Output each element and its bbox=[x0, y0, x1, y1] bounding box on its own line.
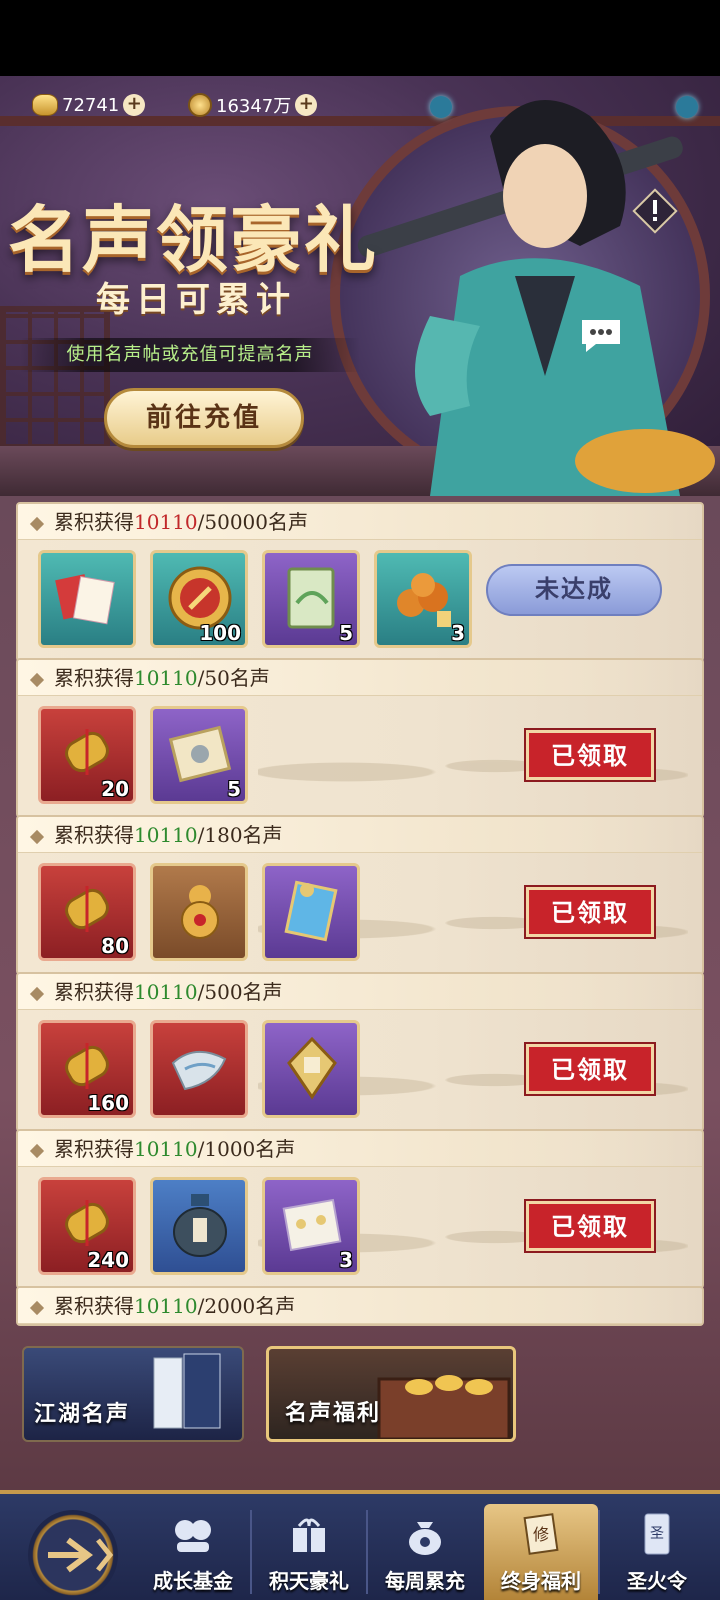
tab-fame-benefits[interactable]: 名声福利 bbox=[266, 1346, 516, 1442]
reward-item[interactable] bbox=[262, 863, 360, 961]
reward-panel: 累积获得10110/50000名声 100 5 3 未达成 累积获得10110/… bbox=[0, 496, 720, 1490]
copper-coin-icon bbox=[188, 93, 212, 117]
reward-item[interactable]: 3 bbox=[262, 1177, 360, 1275]
wine-jar-icon bbox=[173, 1194, 227, 1257]
event-title: 名声领豪礼 bbox=[8, 197, 379, 282]
copper-currency: 16347万 + bbox=[188, 90, 318, 120]
target-fame: /500名声 bbox=[197, 980, 283, 1004]
milestone-card: 累积获得10110/180名声 80 已领取 bbox=[16, 815, 704, 975]
nav-holy-fire-token[interactable]: 圣 圣火令 bbox=[600, 1504, 714, 1600]
money-bag-icon bbox=[409, 1522, 441, 1555]
milestone-card: 累积获得10110/1000名声 240 3 已领取 bbox=[16, 1129, 704, 1289]
milestone-header: 累积获得10110/50名声 bbox=[18, 660, 702, 696]
orange-orbs-icon bbox=[397, 573, 451, 627]
add-copper-button[interactable]: + bbox=[295, 94, 318, 116]
claimed-button: 已领取 bbox=[526, 1044, 654, 1094]
red-envelopes-icon bbox=[55, 574, 115, 625]
milestone-header: 累积获得10110/500名声 bbox=[18, 974, 702, 1010]
reward-item[interactable]: 5 bbox=[150, 706, 248, 804]
claimed-button: 已领取 bbox=[526, 887, 654, 937]
milestone-header: 累积获得10110/2000名声 bbox=[18, 1288, 702, 1324]
event-hint: 使用名声帖或充值可提高名声 bbox=[20, 338, 360, 372]
reward-item[interactable] bbox=[150, 863, 248, 961]
silver-talisman-icon bbox=[168, 725, 232, 783]
reward-item[interactable] bbox=[150, 1177, 248, 1275]
target-fame: /1000名声 bbox=[197, 1137, 296, 1161]
reward-item[interactable]: 20 bbox=[38, 706, 136, 804]
copper-amount: 16347万 bbox=[216, 96, 292, 117]
reward-item[interactable]: 5 bbox=[262, 550, 360, 648]
claimed-button: 已领取 bbox=[526, 1201, 654, 1251]
milestone-header: 累积获得10110/180名声 bbox=[18, 817, 702, 853]
diamond-icon bbox=[29, 986, 45, 1001]
svg-text:圣: 圣 bbox=[650, 1526, 664, 1542]
nav-growth-fund[interactable]: 成长基金 bbox=[136, 1504, 250, 1600]
diamond-icon bbox=[29, 516, 45, 531]
milestone-header: 累积获得10110/50000名声 bbox=[18, 504, 702, 540]
not-reached-button: 未达成 bbox=[486, 564, 662, 616]
milestone-card: 累积获得10110/500名声 160 已领取 bbox=[16, 972, 704, 1132]
alert-icon[interactable] bbox=[632, 188, 678, 234]
golden-charm-icon bbox=[287, 1036, 337, 1100]
target-fame: /180名声 bbox=[197, 823, 283, 847]
target-fame: /50000名声 bbox=[197, 510, 308, 534]
reward-item[interactable]: 240 bbox=[38, 1177, 136, 1275]
target-fame: /50名声 bbox=[197, 666, 270, 690]
nav-weekly-recharge[interactable]: 每周累充 bbox=[368, 1504, 482, 1600]
nav-lifetime-benefits[interactable]: 修 终身福利 bbox=[484, 1504, 598, 1600]
green-book-icon bbox=[287, 567, 335, 629]
event-subtitle: 每日可累计 bbox=[96, 280, 296, 320]
reward-item[interactable] bbox=[262, 1020, 360, 1118]
recharge-button[interactable]: 前往充值 bbox=[104, 388, 304, 448]
back-arrow-icon bbox=[48, 1537, 114, 1573]
tab-label: 名声福利 bbox=[285, 1400, 382, 1426]
reward-item[interactable]: 80 bbox=[38, 863, 136, 961]
milestone-header: 累积获得10110/1000名声 bbox=[18, 1131, 702, 1167]
add-gold-button[interactable]: + bbox=[123, 94, 146, 116]
coins-icon bbox=[175, 1520, 211, 1552]
gift-box-icon bbox=[293, 1518, 325, 1552]
bottom-navigation: 成长基金 积天豪礼 每周累充 修 终身福利 圣 圣火令 bbox=[0, 1490, 720, 1600]
tab-jianghu-fame[interactable]: 江湖名声 bbox=[22, 1346, 244, 1442]
gold-currency: 72741 + bbox=[32, 90, 146, 120]
diamond-icon bbox=[29, 1300, 45, 1315]
current-fame: 10110 bbox=[134, 666, 198, 690]
reward-item[interactable]: 100 bbox=[150, 550, 248, 648]
diamond-icon bbox=[29, 829, 45, 844]
reward-item[interactable]: 160 bbox=[38, 1020, 136, 1118]
tab-label: 江湖名声 bbox=[34, 1401, 131, 1427]
reward-item[interactable]: 3 bbox=[374, 550, 472, 648]
milestone-card: 累积获得10110/50名声 20 5 已领取 bbox=[16, 658, 704, 818]
event-banner: 72741 + 16347万 + 名声领豪礼 每日可累计 使用名声帖或充值可提高… bbox=[0, 76, 720, 496]
chat-icon[interactable] bbox=[578, 316, 624, 356]
reward-item[interactable] bbox=[38, 550, 136, 648]
current-fame: 10110 bbox=[134, 1294, 198, 1318]
back-button[interactable] bbox=[28, 1510, 118, 1600]
current-fame: 10110 bbox=[134, 823, 198, 847]
status-bar bbox=[0, 0, 720, 76]
current-fame: 10110 bbox=[134, 1137, 198, 1161]
svg-text:修: 修 bbox=[533, 1525, 549, 1544]
milestone-card: 累积获得10110/2000名声 bbox=[16, 1286, 704, 1326]
holy-fire-token-icon: 圣 bbox=[644, 1513, 670, 1555]
white-scroll-icon bbox=[282, 1198, 342, 1252]
current-fame: 10110 bbox=[134, 510, 198, 534]
target-fame: /2000名声 bbox=[197, 1294, 296, 1318]
diamond-icon bbox=[29, 672, 45, 687]
claimed-button: 已领取 bbox=[526, 730, 654, 780]
swordsman-character-art bbox=[357, 100, 715, 496]
gold-ingot-icon bbox=[32, 94, 58, 116]
gold-amount: 72741 bbox=[62, 94, 120, 116]
reward-item[interactable] bbox=[150, 1020, 248, 1118]
lifetime-card-icon: 修 bbox=[523, 1513, 559, 1555]
silk-cloth-icon bbox=[171, 1051, 227, 1091]
current-fame: 10110 bbox=[134, 980, 198, 1004]
diamond-icon bbox=[29, 1143, 45, 1158]
milestone-card: 累积获得10110/50000名声 100 5 3 未达成 bbox=[16, 502, 704, 662]
nav-daily-gift[interactable]: 积天豪礼 bbox=[252, 1504, 366, 1600]
blue-scroll-icon bbox=[284, 880, 338, 942]
golden-gourd-icon bbox=[181, 885, 219, 939]
